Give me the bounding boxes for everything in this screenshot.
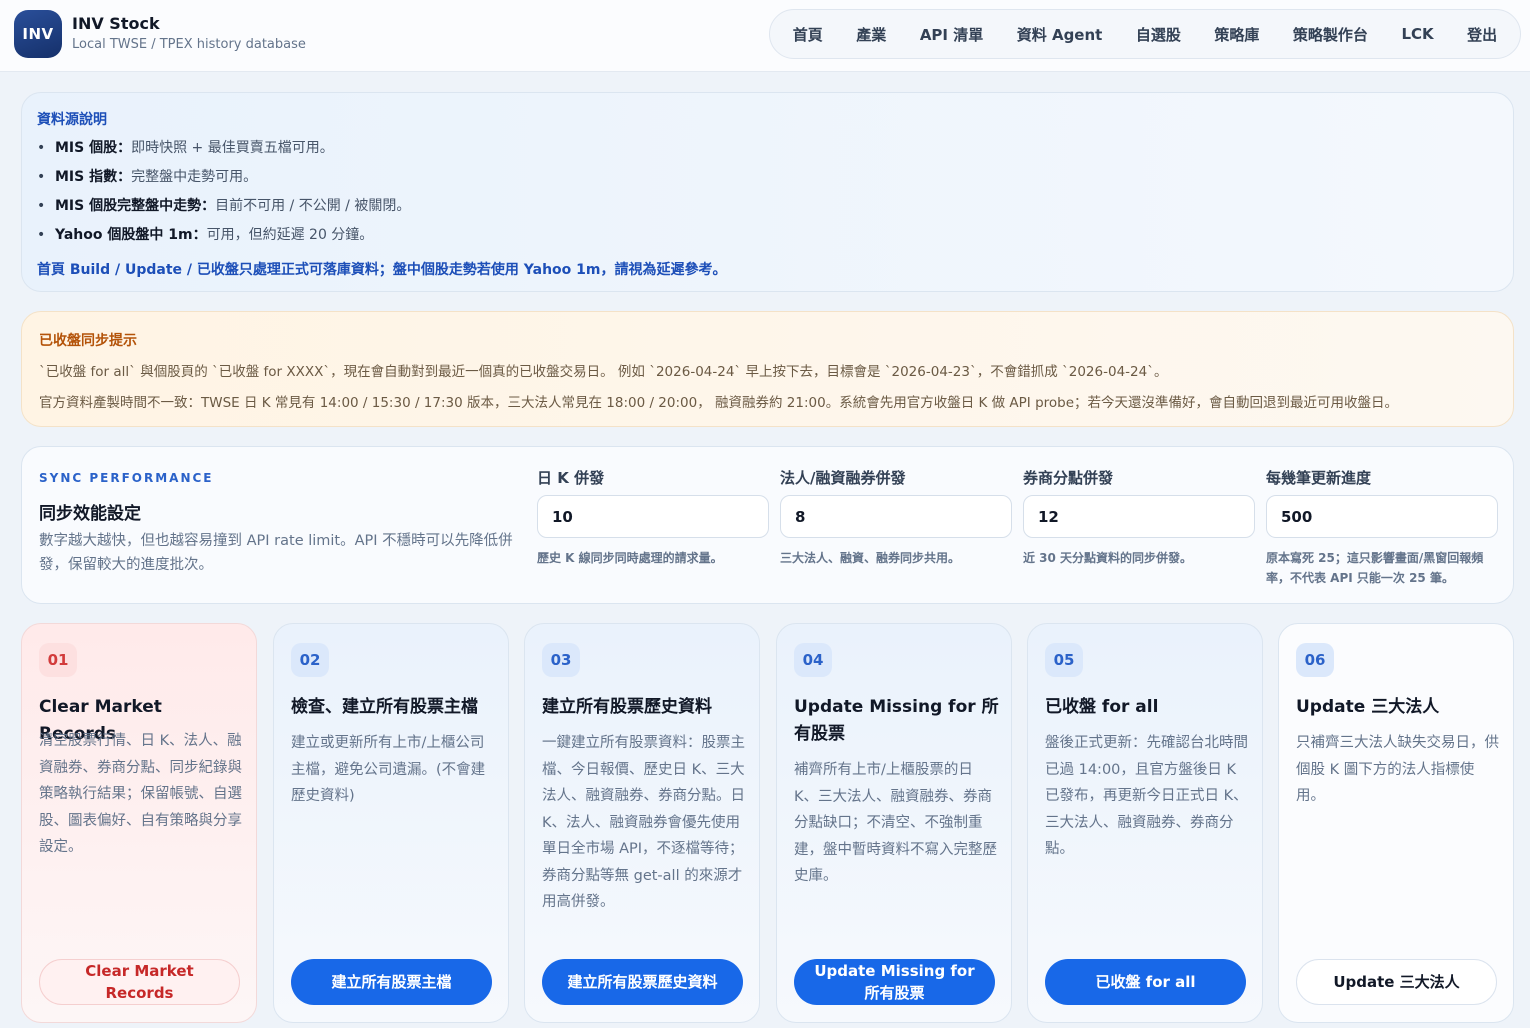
field-label: 日 K 併發 [537, 469, 605, 487]
step-number: 01 [39, 643, 77, 677]
field-hint: 歷史 K 線同步同時處理的請求量。 [537, 551, 723, 565]
app-logo[interactable]: INV [14, 10, 62, 58]
nav-watchlist[interactable]: 自選股 [1128, 18, 1189, 51]
clear-market-records-button[interactable]: Clear Market Records [39, 959, 240, 1005]
card-title: 建立所有股票歷史資料 [542, 697, 712, 717]
step-number: 05 [1045, 643, 1083, 677]
notice-line-1: `已收盤 for all` 與個股頁的 `已收盤 for XXXX`，現在會自動… [39, 364, 1168, 380]
sync-kicker: SYNC PERFORMANCE [39, 471, 214, 485]
nav-industry[interactable]: 產業 [848, 18, 894, 51]
step-number: 04 [794, 643, 832, 677]
notice-line-2: 官方資料產製時間不一致：TWSE 日 K 常見有 14:00 / 15:30 /… [39, 395, 1399, 411]
card-description: 補齊所有上市/上櫃股票的日 K、三大法人、融資融券、券商分點缺口；不清空、不強制… [794, 762, 997, 884]
card-description: 一鍵建立所有股票資料：股票主檔、今日報價、歷史日 K、三大法人、融資融券、券商分… [542, 735, 745, 910]
progress-batch-input[interactable] [1266, 495, 1498, 538]
broker-branch-concurrency-input[interactable] [1023, 495, 1255, 538]
card-description: 清空股票行情、日 K、法人、融資融券、券商分點、同步紀錄與策略執行結果；保留帳號… [39, 733, 242, 855]
close-for-all-button[interactable]: 已收盤 for all [1045, 959, 1246, 1005]
field-hint: 近 30 天分點資料的同步併發。 [1023, 551, 1193, 565]
institutional-margin-concurrency-field: 法人/融資融券併發 三大法人、融資、融券同步共用。 [780, 467, 1012, 568]
field-hint: 原本寫死 25；這只影響畫面/黑窗回報頻率，不代表 API 只能一次 25 筆。 [1266, 551, 1484, 585]
data-source-title: 資料源說明 [37, 112, 107, 128]
card-description: 建立或更新所有上市/上櫃公司主檔，避免公司遺漏。(不會建歷史資料) [291, 735, 486, 804]
main-nav: 首頁 產業 API 清單 資料 Agent 自選股 策略庫 策略製作台 LCK … [769, 9, 1521, 59]
step-number: 03 [542, 643, 580, 677]
card-title: 已收盤 for all [1045, 697, 1159, 717]
field-label: 券商分點併發 [1023, 469, 1114, 487]
card-build-stock-history: 03 建立所有股票歷史資料 一鍵建立所有股票資料：股票主檔、今日報價、歷史日 K… [524, 623, 760, 1023]
institutional-margin-concurrency-input[interactable] [780, 495, 1012, 538]
nav-strategy-builder[interactable]: 策略製作台 [1285, 18, 1376, 51]
sync-description: 數字越大越快，但也越容易撞到 API rate limit。API 不穩時可以先… [39, 533, 513, 573]
progress-batch-field: 每幾筆更新進度 原本寫死 25；這只影響畫面/黑窗回報頻率，不代表 API 只能… [1266, 467, 1498, 588]
data-source-panel: 資料源說明 • MIS 個股： 即時快照 + 最佳買賣五檔可用。 • MIS 指數：完… [21, 92, 1514, 292]
card-close-for-all: 05 已收盤 for all 盤後正式更新：先確認台北時間已過 14:00，且官… [1027, 623, 1263, 1023]
nav-lck[interactable]: LCK [1393, 19, 1441, 49]
card-build-stock-master: 02 檢查、建立所有股票主檔 建立或更新所有上市/上櫃公司主檔，避免公司遺漏。(… [273, 623, 509, 1023]
daily-k-concurrency-field: 日 K 併發 歷史 K 線同步同時處理的請求量。 [537, 467, 769, 568]
close-sync-notice: 已收盤同步提示 `已收盤 for all` 與個股頁的 `已收盤 for XXX… [21, 311, 1514, 427]
sync-performance-panel: SYNC PERFORMANCE 同步效能設定 數字越大越快，但也越容易撞到 A… [21, 446, 1514, 604]
field-hint: 三大法人、融資、融券同步共用。 [780, 551, 961, 565]
update-institutional-button[interactable]: Update 三大法人 [1296, 959, 1497, 1005]
card-description: 只補齊三大法人缺失交易日，供個股 K 圖下方的法人指標使用。 [1296, 735, 1499, 804]
card-update-institutional: 06 Update 三大法人 只補齊三大法人缺失交易日，供個股 K 圖下方的法人… [1278, 623, 1514, 1023]
card-update-missing-all: 04 Update Missing for 所有股票 補齊所有上市/上櫃股票的日… [776, 623, 1012, 1023]
data-source-footer: 首頁 Build / Update / 已收盤只處理正式可落庫資料；盤中個股走勢… [37, 262, 727, 278]
card-clear-market-records: 01 Clear Market Records 清空股票行情、日 K、法人、融資… [21, 623, 257, 1023]
list-item: • MIS 個股完整盤中走勢： 目前不可用 / 不公開 / 被關閉。 [37, 198, 411, 214]
field-label: 每幾筆更新進度 [1266, 469, 1372, 487]
build-stock-history-button[interactable]: 建立所有股票歷史資料 [542, 959, 743, 1005]
field-label: 法人/融資融券併發 [780, 469, 906, 487]
notice-title: 已收盤同步提示 [39, 333, 137, 349]
list-item: • MIS 個股： 即時快照 + 最佳買賣五檔可用。 [37, 140, 334, 156]
card-title: 檢查、建立所有股票主檔 [291, 697, 478, 717]
nav-data-agent[interactable]: 資料 Agent [1009, 18, 1111, 51]
top-header: INV INV Stock Local TWSE / TPEX history … [0, 0, 1530, 72]
data-source-list: • MIS 個股： 即時快照 + 最佳買賣五檔可用。 • MIS 指數： 完整盤中走勢可… [37, 137, 1437, 253]
nav-strategy-library[interactable]: 策略庫 [1206, 18, 1267, 51]
app-subtitle: Local TWSE / TPEX history database [72, 37, 306, 52]
step-number: 06 [1296, 643, 1334, 677]
sync-title: 同步效能設定 [39, 504, 141, 524]
build-stock-master-button[interactable]: 建立所有股票主檔 [291, 959, 492, 1005]
broker-branch-concurrency-field: 券商分點併發 近 30 天分點資料的同步併發。 [1023, 467, 1255, 568]
daily-k-concurrency-input[interactable] [537, 495, 769, 538]
card-title: Update 三大法人 [1296, 697, 1440, 717]
list-item: • MIS 指數： 完整盤中走勢可用。 [37, 169, 258, 185]
nav-home[interactable]: 首頁 [785, 18, 831, 51]
card-title: Update Missing for 所有股票 [794, 697, 999, 744]
nav-logout[interactable]: 登出 [1459, 18, 1505, 51]
app-title: INV Stock [72, 14, 160, 33]
card-description: 盤後正式更新：先確認台北時間已過 14:00，且官方盤後日 K 已發布，再更新今… [1045, 735, 1248, 857]
nav-api-list[interactable]: API 清單 [912, 18, 991, 51]
step-number: 02 [291, 643, 329, 677]
update-missing-all-button[interactable]: Update Missing for 所有股票 [794, 959, 995, 1005]
list-item: • Yahoo 個股盤中 1m： 可用，但約延遲 20 分鐘。 [37, 227, 374, 243]
